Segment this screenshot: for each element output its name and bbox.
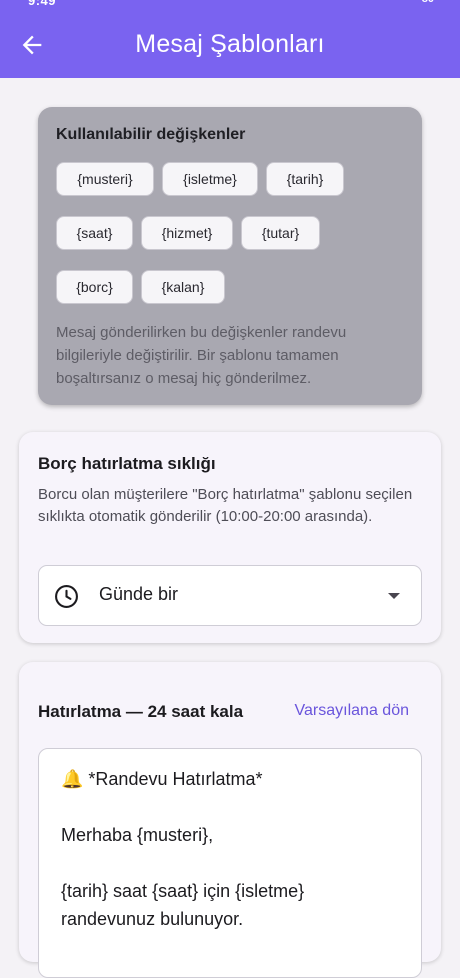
status-bar: 9:49 80: [0, 0, 460, 8]
dropdown-arrow-icon: [388, 593, 400, 599]
debt-reminder-card: Borç hatırlatma sıklığı Borcu olan müşte…: [19, 432, 441, 643]
page-title: Mesaj Şablonları: [135, 30, 325, 58]
variable-chip-hizmet[interactable]: {hizmet}: [141, 216, 233, 250]
variables-card: Kullanılabilir değişkenler {musteri} {is…: [38, 107, 422, 405]
variable-chip-saat[interactable]: {saat}: [56, 216, 133, 250]
variable-chip-musteri[interactable]: {musteri}: [56, 162, 154, 196]
debt-reminder-title: Borç hatırlatma sıklığı: [38, 454, 216, 473]
app-bar: Mesaj Şablonları: [0, 8, 460, 78]
status-battery: 80: [422, 0, 434, 5]
variable-chip-tutar[interactable]: {tutar}: [241, 216, 320, 250]
variable-chip-borc[interactable]: {borc}: [56, 270, 133, 304]
variables-title: Kullanılabilir değişkenler: [56, 126, 246, 143]
status-time: 9:49: [28, 0, 57, 8]
variable-chip-tarih[interactable]: {tarih}: [266, 162, 344, 196]
frequency-dropdown[interactable]: Günde bir: [38, 565, 422, 626]
reminder-template-textarea[interactable]: 🔔 *Randevu Hatırlatma* Merhaba {musteri}…: [38, 748, 422, 978]
variable-chip-kalan[interactable]: {kalan}: [141, 270, 225, 304]
variable-chip-isletme[interactable]: {isletme}: [162, 162, 258, 196]
reminder-template-card: Hatırlatma — 24 saat kala Varsayılana dö…: [19, 662, 441, 978]
debt-reminder-description: Borcu olan müşterilere "Borç hatırlatma"…: [38, 486, 413, 525]
reminder-template-title: Hatırlatma — 24 saat kala: [38, 702, 244, 721]
clock-icon: [55, 585, 78, 608]
frequency-value: Günde bir: [99, 584, 179, 604]
variables-note: Mesaj gönderilirken bu değişkenler rande…: [56, 324, 347, 387]
reset-default-button[interactable]: Varsayılana dön: [295, 702, 409, 720]
